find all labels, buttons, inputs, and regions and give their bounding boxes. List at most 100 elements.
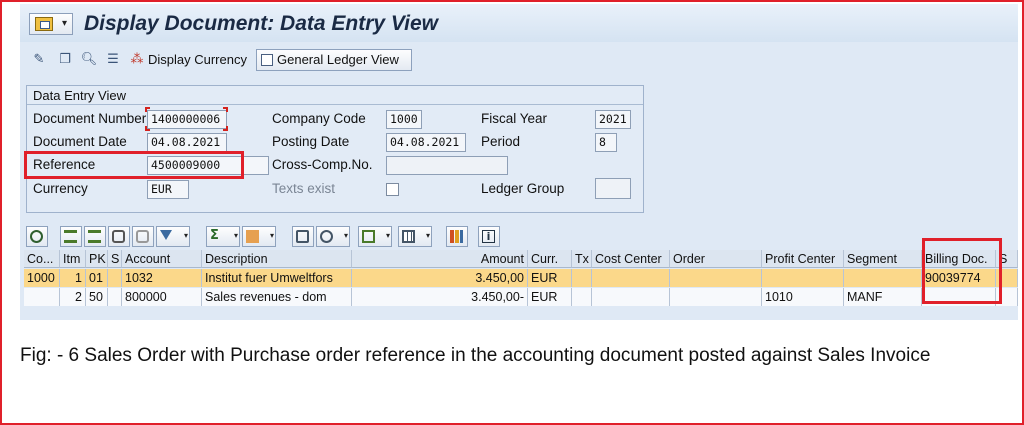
cell-currency: EUR (528, 269, 572, 287)
table-row[interactable]: 1000 1 01 1032 Institut fuer Umweltfors … (24, 269, 1018, 287)
sap-window: ▾ Display Document: Data Entry View ✎ ❐ … (20, 4, 1018, 320)
required-marker (223, 107, 228, 112)
group-divider (27, 104, 643, 105)
sort-ascending-button[interactable] (60, 226, 82, 247)
print-button[interactable] (292, 226, 314, 247)
title-bar: ▾ Display Document: Data Entry View (20, 4, 1018, 42)
cell-amount: 3.450,00 (352, 269, 528, 287)
cell-order (670, 269, 762, 287)
billing-doc-highlight-box (922, 238, 1002, 304)
cell-cost-center (592, 288, 670, 306)
general-ledger-view-button[interactable]: General Ledger View (256, 49, 412, 71)
cell-account[interactable]: 1032 (122, 269, 202, 287)
cell-segment (844, 269, 922, 287)
cell-profit-center (762, 269, 844, 287)
required-marker (145, 126, 150, 131)
col-header-cost-center[interactable]: Cost Center (592, 250, 670, 268)
binoculars-next-icon (136, 230, 149, 243)
cell-description: Institut fuer Umweltfors (202, 269, 352, 287)
col-header-amount[interactable]: Amount (352, 250, 528, 268)
details-button[interactable] (26, 226, 48, 247)
export-icon (362, 230, 375, 243)
period-field[interactable]: 8 (595, 133, 617, 152)
col-header-s[interactable]: S (108, 250, 122, 268)
document-number-field[interactable]: 1400000006 (147, 110, 227, 129)
cross-comp-field[interactable] (386, 156, 508, 175)
table-row[interactable]: 2 50 800000 Sales revenues - dom 3.450,0… (24, 288, 1018, 306)
sort-descending-icon (88, 230, 101, 243)
dropdown-arrow-icon: ▾ (233, 231, 238, 240)
copy-document-icon[interactable]: ❐ (56, 51, 74, 69)
dropdown-arrow-icon: ▾ (343, 231, 348, 240)
col-header-company-code[interactable]: Co... (24, 250, 60, 268)
cell-profit-center: 1010 (762, 288, 844, 306)
filter-button[interactable]: ▾ (156, 226, 190, 247)
application-toolbar: ✎ ❐ 🔍︎ ☰ ⁂ Display Currency General Ledg… (20, 46, 1018, 74)
find-button[interactable] (108, 226, 130, 247)
col-header-segment[interactable]: Segment (844, 250, 922, 268)
posting-date-field[interactable]: 04.08.2021 (386, 133, 466, 152)
col-header-currency[interactable]: Curr. (528, 250, 572, 268)
layout-icon (402, 230, 415, 243)
col-header-item[interactable]: Itm (60, 250, 86, 268)
col-header-tax-code[interactable]: Tx (572, 250, 592, 268)
system-menu-button[interactable]: ▾ (29, 13, 73, 35)
display-change-icon[interactable]: ✎ (30, 51, 48, 69)
subtotal-icon (246, 230, 259, 243)
display-currency-button[interactable]: Display Currency (148, 50, 247, 70)
cell-item: 2 (60, 288, 86, 306)
display-currency-icon[interactable]: ⁂ (128, 51, 146, 69)
cell-item: 1 (60, 269, 86, 287)
cell-company-code: 1000 (24, 269, 60, 287)
magnifier-icon (30, 230, 43, 243)
cell-amount: 3.450,00- (352, 288, 528, 306)
cell-tax-code (572, 288, 592, 306)
fiscal-year-field[interactable]: 2021 (595, 110, 631, 129)
dropdown-arrow-icon: ▾ (183, 231, 188, 240)
export-button[interactable]: ▾ (358, 226, 392, 247)
col-header-account[interactable]: Account (122, 250, 202, 268)
cell-cost-center (592, 269, 670, 287)
col-header-profit-center[interactable]: Profit Center (762, 250, 844, 268)
subtotal-button[interactable]: ▾ (242, 226, 276, 247)
texts-exist-checkbox[interactable] (386, 183, 399, 196)
document-date-field[interactable]: 04.08.2021 (147, 133, 227, 152)
filter-icon (160, 230, 172, 240)
find-next-button[interactable] (132, 226, 154, 247)
dropdown-arrow-icon: ▾ (269, 231, 274, 240)
graphic-button[interactable] (446, 226, 468, 247)
currency-field[interactable]: EUR (147, 180, 189, 199)
currency-label: Currency (33, 181, 88, 196)
fiscal-year-label: Fiscal Year (481, 111, 548, 126)
cross-comp-label: Cross-Comp.No. (272, 157, 373, 172)
col-header-order[interactable]: Order (670, 250, 762, 268)
overview-icon[interactable]: 🔍︎ (80, 51, 98, 69)
taxes-icon[interactable]: ☰ (104, 51, 122, 69)
total-button[interactable]: Σ ▾ (206, 226, 240, 247)
print-icon (296, 230, 309, 243)
period-label: Period (481, 134, 521, 149)
document-date-label: Document Date (33, 134, 127, 149)
cell-posting-key: 50 (86, 288, 108, 306)
views-button[interactable]: ▾ (316, 226, 350, 247)
texts-exist-label: Texts exist (272, 181, 336, 196)
sort-descending-button[interactable] (84, 226, 106, 247)
layout-button[interactable]: ▾ (398, 226, 432, 247)
company-code-field[interactable]: 1000 (386, 110, 422, 129)
required-marker (223, 126, 228, 131)
binoculars-icon (112, 230, 125, 243)
grid-header-row: Co... Itm PK S Account Description Amoun… (24, 250, 1018, 268)
cell-order (670, 288, 762, 306)
col-header-description[interactable]: Description (202, 250, 352, 268)
chart-icon (450, 230, 463, 243)
cell-posting-key: 01 (86, 269, 108, 287)
col-header-posting-key[interactable]: PK (86, 250, 108, 268)
ledger-icon (261, 54, 273, 66)
information-button[interactable]: i (478, 226, 500, 247)
info-icon: i (482, 230, 495, 243)
ledger-group-field[interactable] (595, 178, 631, 199)
cell-tax-code (572, 269, 592, 287)
sort-ascending-icon (64, 230, 77, 243)
dropdown-arrow-icon: ▾ (61, 18, 67, 29)
cell-account[interactable]: 800000 (122, 288, 202, 306)
